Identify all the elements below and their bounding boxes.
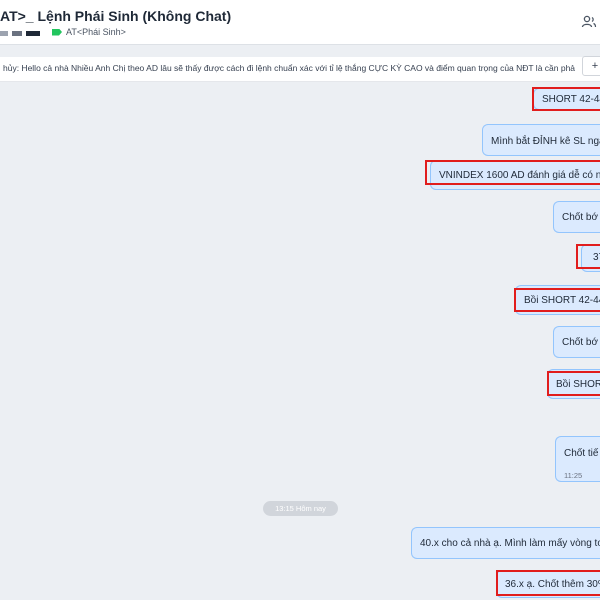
message-bubble[interactable]: Chốt bớ xyxy=(553,326,600,358)
message-text: Bồi SHORT 42-44. xyxy=(524,295,600,306)
chat-tag[interactable]: AT<Phái Sinh> xyxy=(52,27,126,37)
message-bubble[interactable]: Chốt tiế 11:25 xyxy=(555,436,600,482)
message-bubble[interactable]: Bồi SHORT xyxy=(547,369,600,399)
message-bubble[interactable]: Bồi SHORT 42-44. xyxy=(515,285,600,315)
redacted-block xyxy=(26,31,40,36)
message-bubble[interactable]: SHORT 42-44. xyxy=(533,88,600,110)
message-text: Mình bắt ĐỈNH kê SL ngắ xyxy=(491,136,600,147)
message-text: Bồi SHORT xyxy=(556,379,600,390)
tag-label: AT<Phái Sinh> xyxy=(66,27,126,37)
chat-title: AT>_ Lệnh Phái Sinh (Không Chat) xyxy=(0,8,232,24)
add-button[interactable]: + xyxy=(582,56,600,76)
message-bubble[interactable]: 37 xyxy=(581,244,600,272)
redacted-block xyxy=(12,31,22,36)
message-bubble[interactable]: Chốt bớ xyxy=(553,201,600,233)
message-bubble[interactable]: VNINDEX 1600 AD đánh giá dễ có nhi xyxy=(430,160,600,190)
message-text: 40.x cho cả nhà ạ. Mình làm mấy vòng toà xyxy=(420,538,600,549)
message-bubble[interactable]: 36.x ạ. Chốt thêm 30% xyxy=(496,570,600,598)
members-icon[interactable] xyxy=(581,14,597,30)
message-text: Chốt bớ xyxy=(562,337,599,348)
message-bubble[interactable]: Mình bắt ĐỈNH kê SL ngắ xyxy=(482,124,600,156)
message-time: 11:25 xyxy=(564,471,583,480)
date-divider: 13:15 Hôm nay xyxy=(263,501,338,516)
message-text: 37 xyxy=(593,252,600,263)
pinned-message-text: hủy: Hello cả nhà Nhiều Anh Chị theo AD … xyxy=(3,63,575,73)
message-text: Chốt tiế xyxy=(564,448,599,459)
message-text: 36.x ạ. Chốt thêm 30% xyxy=(505,579,600,590)
redacted-block xyxy=(0,31,8,36)
chat-header: AT>_ Lệnh Phái Sinh (Không Chat) AT<Phái… xyxy=(0,0,600,45)
message-bubble[interactable]: 40.x cho cả nhà ạ. Mình làm mấy vòng toà xyxy=(411,527,600,559)
pinned-message-bar[interactable]: hủy: Hello cả nhà Nhiều Anh Chị theo AD … xyxy=(0,57,600,82)
tag-icon xyxy=(52,28,62,36)
message-text: Chốt bớ xyxy=(562,212,599,223)
message-text: SHORT 42-44. xyxy=(542,94,600,105)
message-text: VNINDEX 1600 AD đánh giá dễ có nhi xyxy=(439,170,600,181)
redacted-info xyxy=(0,31,40,36)
